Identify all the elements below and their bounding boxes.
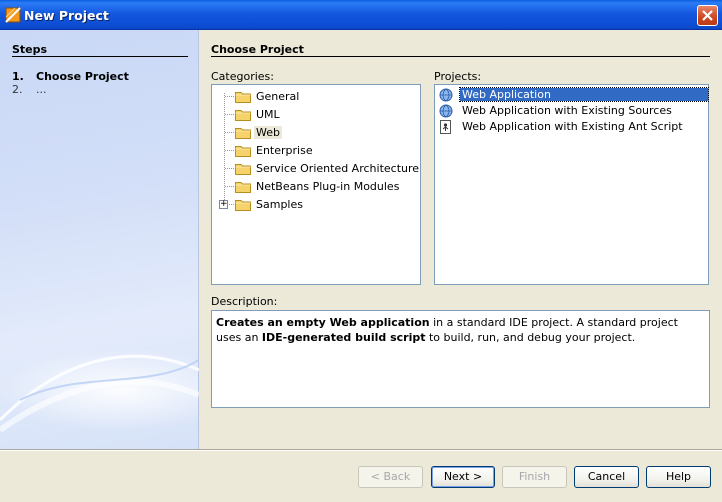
step-number: 2.	[12, 83, 23, 96]
globe-icon	[439, 88, 453, 102]
tree-connector	[225, 150, 234, 151]
next-button[interactable]: Next >	[431, 466, 495, 488]
tree-item-general[interactable]: General	[212, 87, 412, 105]
cancel-button[interactable]: Cancel	[574, 466, 639, 488]
page-title: Choose Project	[211, 43, 304, 56]
ant-script-icon	[440, 120, 451, 134]
project-item-web-application[interactable]: Web Application	[437, 87, 709, 103]
expand-icon[interactable]: +	[219, 200, 228, 209]
description-label: Description:	[211, 295, 278, 308]
description-text: Creates an empty Web application in a st…	[211, 310, 710, 408]
finish-button[interactable]: Finish	[502, 466, 567, 488]
step-label: Choose Project	[36, 70, 129, 83]
step-item-choose-project: 1. Choose Project	[12, 70, 129, 83]
tree-item-web[interactable]: Web	[212, 123, 412, 141]
projects-list[interactable]: Web Application Web Application with Exi…	[434, 84, 709, 285]
folder-icon	[235, 164, 251, 175]
folder-icon	[235, 200, 251, 211]
steps-divider	[12, 56, 188, 57]
folder-icon	[235, 182, 251, 193]
tree-item-uml[interactable]: UML	[212, 105, 412, 123]
project-item-web-application-existing-ant-script[interactable]: Web Application with Existing Ant Script	[437, 119, 708, 135]
globe-icon	[439, 104, 453, 118]
project-item-label: Web Application with Existing Sources	[462, 104, 672, 117]
tree-item-label: Service Oriented Architecture	[256, 162, 420, 175]
tree-item-label: UML	[256, 108, 280, 121]
folder-icon	[235, 92, 251, 103]
tree-item-soa[interactable]: Service Oriented Architecture	[212, 159, 419, 177]
tree-connector	[225, 114, 234, 115]
step-number: 1.	[12, 70, 24, 83]
close-button[interactable]	[697, 5, 718, 26]
button-bar-divider	[0, 449, 722, 451]
netbeans-app-icon	[5, 7, 21, 23]
step-item-next: 2....	[12, 83, 47, 96]
help-button[interactable]: Help	[646, 466, 711, 488]
categories-label: Categories:	[211, 70, 274, 83]
tree-item-label: Samples	[256, 198, 303, 211]
description-text-4: to build, run, and debug your project.	[425, 331, 636, 344]
tree-item-label: NetBeans Plug-in Modules	[256, 180, 400, 193]
steps-heading: Steps	[12, 43, 48, 56]
tree-connector	[225, 186, 234, 187]
project-item-label: Web Application with Existing Ant Script	[462, 120, 683, 133]
project-item-web-application-existing-sources[interactable]: Web Application with Existing Sources	[437, 103, 708, 119]
tree-item-label: General	[256, 90, 300, 103]
steps-panel: Steps 1. Choose Project 2....	[0, 30, 199, 449]
categories-tree[interactable]: General UML Web Enterprise Service Orien…	[211, 84, 421, 285]
folder-icon	[235, 128, 251, 139]
window-title: New Project	[24, 8, 109, 23]
close-icon	[702, 10, 713, 21]
decorative-swoosh	[0, 354, 199, 433]
tree-connector	[225, 168, 234, 169]
tree-item-label: Web	[254, 126, 282, 139]
folder-icon	[235, 110, 251, 121]
tree-item-netbeans-plugin-modules[interactable]: NetBeans Plug-in Modules	[212, 177, 412, 195]
projects-label: Projects:	[434, 70, 482, 83]
project-item-label: Web Application	[459, 87, 709, 102]
folder-icon	[235, 146, 251, 157]
new-project-dialog: New Project Steps 1. Choose Project 2....…	[0, 0, 722, 502]
description-bold-2: IDE-generated build script	[261, 331, 426, 344]
back-button[interactable]: < Back	[358, 466, 423, 488]
description-bold-1: Creates an empty Web application	[216, 316, 430, 329]
tree-item-samples[interactable]: + Samples	[212, 195, 412, 213]
tree-item-enterprise[interactable]: Enterprise	[212, 141, 412, 159]
title-bar[interactable]: New Project	[0, 0, 722, 30]
tree-item-label: Enterprise	[256, 144, 313, 157]
tree-connector	[225, 132, 234, 133]
step-label: ...	[36, 83, 47, 96]
tree-connector	[225, 96, 234, 97]
title-divider	[211, 56, 710, 57]
